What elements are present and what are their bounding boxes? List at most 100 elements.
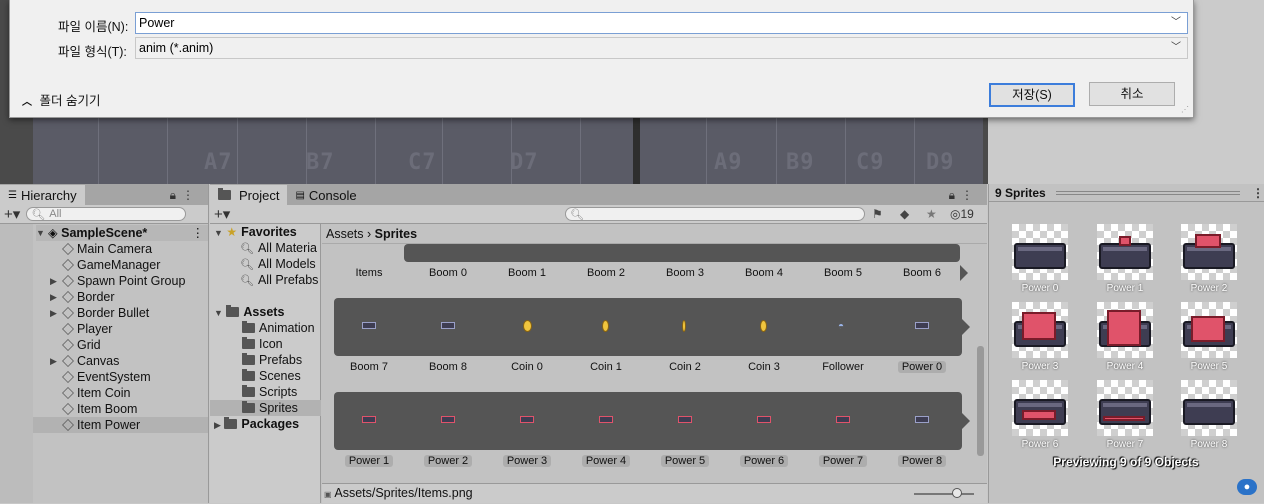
save-button[interactable]: 저장(S) (989, 83, 1075, 107)
asset-scrollbar[interactable] (976, 246, 985, 481)
asset-label[interactable]: Boom 6 (887, 267, 957, 279)
follower-sprite-thumb[interactable]: ◓ (838, 321, 844, 332)
hierarchy-item[interactable]: EventSystem (62, 369, 151, 385)
asset-label-selected[interactable]: Power 7 (808, 455, 878, 467)
more-icon[interactable]: ⋮ (1252, 186, 1264, 200)
asset-label-selected[interactable]: Power 2 (413, 455, 483, 467)
hide-folders-toggle[interactable]: ︿ 폴더 숨기기 (22, 90, 100, 109)
scene-root[interactable]: ▼ ◈ SampleScene* ⋮ (36, 225, 208, 241)
boom-sprite-thumb[interactable] (362, 322, 376, 329)
asset-label[interactable]: Boom 0 (413, 267, 483, 279)
hierarchy-item[interactable]: Grid (62, 337, 101, 353)
power-sprite-thumb[interactable] (441, 416, 455, 423)
scrollbar-thumb[interactable] (977, 346, 984, 456)
chevron-down-icon[interactable]: ﹀ (1171, 13, 1181, 33)
tag-icon[interactable]: ● (1237, 479, 1257, 495)
packages-folder[interactable]: ▶ Packages (214, 416, 299, 432)
folder-item[interactable]: Animation (242, 320, 315, 336)
power-sprite-thumb[interactable] (520, 416, 534, 423)
power-sprite-thumb[interactable] (915, 322, 929, 329)
chevron-down-icon[interactable]: ﹀ (1171, 38, 1181, 58)
asset-label[interactable]: Boom 1 (492, 267, 562, 279)
tab-hierarchy[interactable]: ☰ Hierarchy (0, 185, 85, 205)
add-object-button[interactable]: +▾ (4, 207, 20, 222)
asset-label[interactable]: Boom 5 (808, 267, 878, 279)
filetype-select[interactable]: anim (*.anim) ﹀ (135, 37, 1188, 59)
asset-label-selected[interactable]: Power 5 (650, 455, 720, 467)
power-sprite-thumb[interactable] (915, 416, 929, 423)
power-sprite-thumb[interactable] (836, 416, 850, 423)
asset-label[interactable]: Follower (808, 361, 878, 373)
power-sprite-thumb[interactable] (362, 416, 376, 423)
folder-item[interactable]: Icon (242, 336, 283, 352)
breadcrumb-sprites[interactable]: Sprites (375, 227, 417, 241)
hierarchy-item[interactable]: ▶ Border (50, 289, 115, 305)
favorite-item[interactable]: 🔍︎ All Prefabs (240, 272, 318, 288)
cancel-button[interactable]: 취소 (1089, 82, 1175, 106)
hierarchy-item[interactable]: ▶ Spawn Point Group (50, 273, 185, 289)
hierarchy-item[interactable]: ▶ Border Bullet (50, 305, 149, 321)
project-search-input[interactable]: 🔍︎ (565, 207, 865, 221)
hidden-packages-toggle[interactable]: ◎19 (950, 207, 974, 221)
coin-sprite-thumb[interactable] (682, 320, 686, 332)
power-sprite-thumb[interactable] (757, 416, 771, 423)
power-sprite-thumb[interactable] (599, 416, 613, 423)
folder-item[interactable]: Scenes (242, 368, 301, 384)
asset-label-selected[interactable]: Power 3 (492, 455, 562, 467)
folder-item[interactable]: Prefabs (242, 352, 302, 368)
tab-console[interactable]: ▤ Console (287, 185, 364, 205)
power-sprite-thumb[interactable] (678, 416, 692, 423)
asset-label[interactable]: Items (334, 267, 404, 279)
asset-label-selected[interactable]: Power 0 (887, 361, 957, 373)
tab-project[interactable]: Project (210, 185, 288, 205)
filter-by-type-icon[interactable]: ⚑ (872, 207, 883, 221)
folder-item[interactable]: Scripts (242, 384, 297, 400)
favorites-section[interactable]: ▼ ★ Favorites (214, 224, 297, 240)
asset-label[interactable]: Boom 7 (334, 361, 404, 373)
more-icon[interactable]: ⋮ (192, 225, 205, 241)
lock-icon[interactable]: 🔒︎ (170, 188, 182, 202)
drag-handle[interactable] (1055, 190, 1240, 195)
scene-tilemap[interactable] (33, 118, 983, 184)
hierarchy-item[interactable]: GameManager (62, 257, 160, 273)
create-asset-button[interactable]: +▾ (214, 207, 230, 222)
asset-label[interactable]: Boom 4 (729, 267, 799, 279)
favorite-item[interactable]: 🔍︎ All Models (240, 256, 316, 272)
more-icon[interactable]: ⋮ (182, 188, 200, 202)
asset-label-selected[interactable]: Power 4 (571, 455, 641, 467)
assets-folder[interactable]: ▼ Assets (214, 304, 284, 320)
hierarchy-search-input[interactable]: 🔍︎ All (26, 207, 187, 221)
filter-by-label-icon[interactable]: ◆ (900, 207, 909, 221)
hierarchy-item[interactable]: Player (62, 321, 112, 337)
lock-icon[interactable]: 🔒︎ (949, 188, 961, 202)
folder-item-selected[interactable]: Sprites (242, 400, 298, 416)
asset-label[interactable]: Coin 2 (650, 361, 720, 373)
thumbnail-size-slider[interactable] (914, 493, 974, 495)
slider-knob[interactable] (952, 488, 962, 498)
coin-sprite-thumb[interactable] (602, 320, 609, 332)
hierarchy-item[interactable]: ▶ Canvas (50, 353, 119, 369)
coin-sprite-thumb[interactable] (523, 320, 532, 332)
asset-label[interactable]: Coin 1 (571, 361, 641, 373)
boom-sprite-thumb[interactable] (441, 322, 455, 329)
hierarchy-item-selected[interactable]: Item Power (62, 417, 140, 433)
coin-sprite-thumb[interactable] (760, 320, 767, 332)
asset-label[interactable]: Boom 2 (571, 267, 641, 279)
asset-label-selected[interactable]: Power 1 (334, 455, 404, 467)
more-icon[interactable]: ⋮ (961, 188, 979, 202)
asset-label[interactable]: Boom 3 (650, 267, 720, 279)
hierarchy-item[interactable]: Main Camera (62, 241, 152, 257)
favorite-star-icon[interactable]: ★ (926, 207, 937, 221)
unity-icon: ◈ (48, 226, 58, 240)
hierarchy-item[interactable]: Item Coin (62, 385, 131, 401)
breadcrumb-assets[interactable]: Assets (326, 227, 364, 241)
filename-input[interactable]: Power ﹀ (135, 12, 1188, 34)
asset-label-selected[interactable]: Power 6 (729, 455, 799, 467)
hierarchy-item[interactable]: Item Boom (62, 401, 137, 417)
asset-label[interactable]: Coin 3 (729, 361, 799, 373)
asset-label[interactable]: Coin 0 (492, 361, 562, 373)
favorite-item[interactable]: 🔍︎ All Materia (240, 240, 317, 256)
resize-grip-icon[interactable]: ⋰ (1181, 105, 1189, 114)
asset-label[interactable]: Boom 8 (413, 361, 483, 373)
asset-label-selected[interactable]: Power 8 (887, 455, 957, 467)
